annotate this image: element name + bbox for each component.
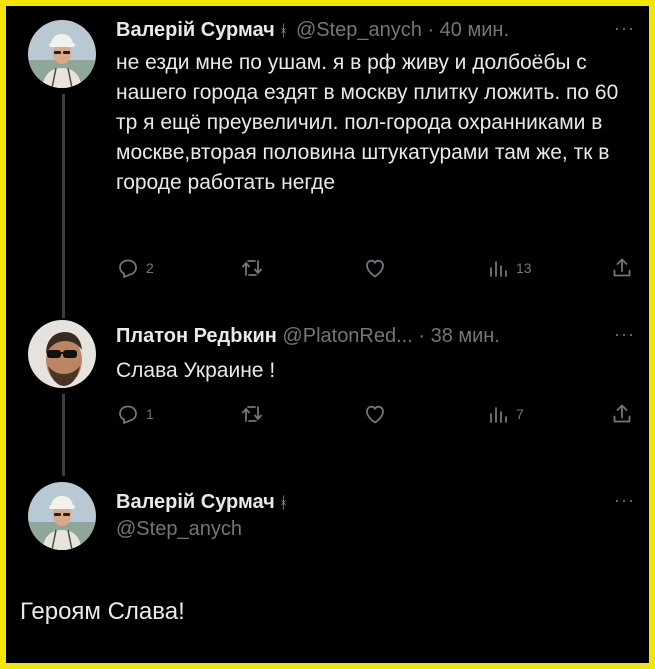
reply-icon (116, 256, 140, 280)
tweet-text: Героям Слава! (20, 598, 185, 625)
reply-count: 2 (146, 260, 154, 276)
reply-button[interactable]: 1 (116, 402, 154, 426)
view-count: 13 (516, 260, 532, 276)
like-button[interactable] (363, 402, 393, 426)
reply-button[interactable]: 2 (116, 256, 154, 280)
tweet-thread: Валерій Сурмач ᚼ @Step_anych · 40 мин. ··… (6, 6, 649, 663)
tweet-1-actions: 2 13 (116, 256, 636, 288)
name-badge: ᚼ (278, 495, 289, 512)
reply-count: 1 (146, 406, 154, 422)
main-tweet-header: Валерій Сурмач ᚼ (116, 488, 290, 518)
avatar-platon[interactable] (28, 320, 96, 388)
more-icon[interactable]: ··· (614, 490, 635, 511)
share-button[interactable] (610, 402, 634, 426)
thread-connector (62, 94, 65, 306)
share-icon (610, 256, 634, 280)
tweet-2-header: Платон Редbкин @PlatonRed... · 38 мин. (116, 322, 500, 350)
views-button[interactable]: 13 (486, 256, 532, 280)
more-icon[interactable]: ··· (614, 18, 635, 39)
name-badge: ᚼ (278, 23, 289, 40)
view-count: 7 (516, 406, 524, 422)
timestamp[interactable]: · 40 мин. (427, 19, 509, 41)
user-handle[interactable]: @Step_anych (116, 518, 242, 541)
like-icon (363, 402, 387, 426)
tweet-1[interactable]: Валерій Сурмач ᚼ @Step_anych · 40 мин. ··… (6, 6, 649, 306)
views-icon (486, 402, 510, 426)
display-name[interactable]: Платон Редbкин (116, 325, 277, 347)
timestamp[interactable]: · 38 мин. (418, 325, 500, 347)
thread-connector (62, 306, 65, 318)
retweet-button[interactable] (240, 256, 270, 280)
display-name[interactable]: Валерій Сурмач (116, 491, 275, 513)
views-button[interactable]: 7 (486, 402, 524, 426)
tweet-text: Слава Украине ! (116, 359, 276, 382)
share-button[interactable] (610, 256, 634, 280)
tweet-1-header: Валерій Сурмач ᚼ @Step_anych · 40 мин. (116, 16, 509, 46)
tweet-2-actions: 1 7 (116, 402, 636, 434)
thread-connector (62, 394, 65, 476)
more-icon[interactable]: ··· (614, 324, 635, 345)
main-tweet[interactable]: Валерій Сурмач ᚼ @Step_anych ··· Героям С… (6, 476, 649, 663)
reply-icon (116, 402, 140, 426)
retweet-icon (240, 256, 264, 280)
views-icon (486, 256, 510, 280)
like-button[interactable] (363, 256, 393, 280)
avatar-valeriy[interactable] (28, 20, 96, 88)
like-icon (363, 256, 387, 280)
user-handle[interactable]: @PlatonRed... (282, 325, 412, 347)
retweet-button[interactable] (240, 402, 270, 426)
display-name[interactable]: Валерій Сурмач (116, 19, 275, 41)
retweet-icon (240, 402, 264, 426)
avatar-valeriy[interactable] (28, 482, 96, 550)
user-handle[interactable]: @Step_anych (296, 19, 422, 41)
tweet-text: не езди мне по ушам. я в рф живу и долбо… (116, 51, 619, 194)
tweet-2[interactable]: Платон Редbкин @PlatonRed... · 38 мин. ·… (6, 306, 649, 476)
share-icon (610, 402, 634, 426)
